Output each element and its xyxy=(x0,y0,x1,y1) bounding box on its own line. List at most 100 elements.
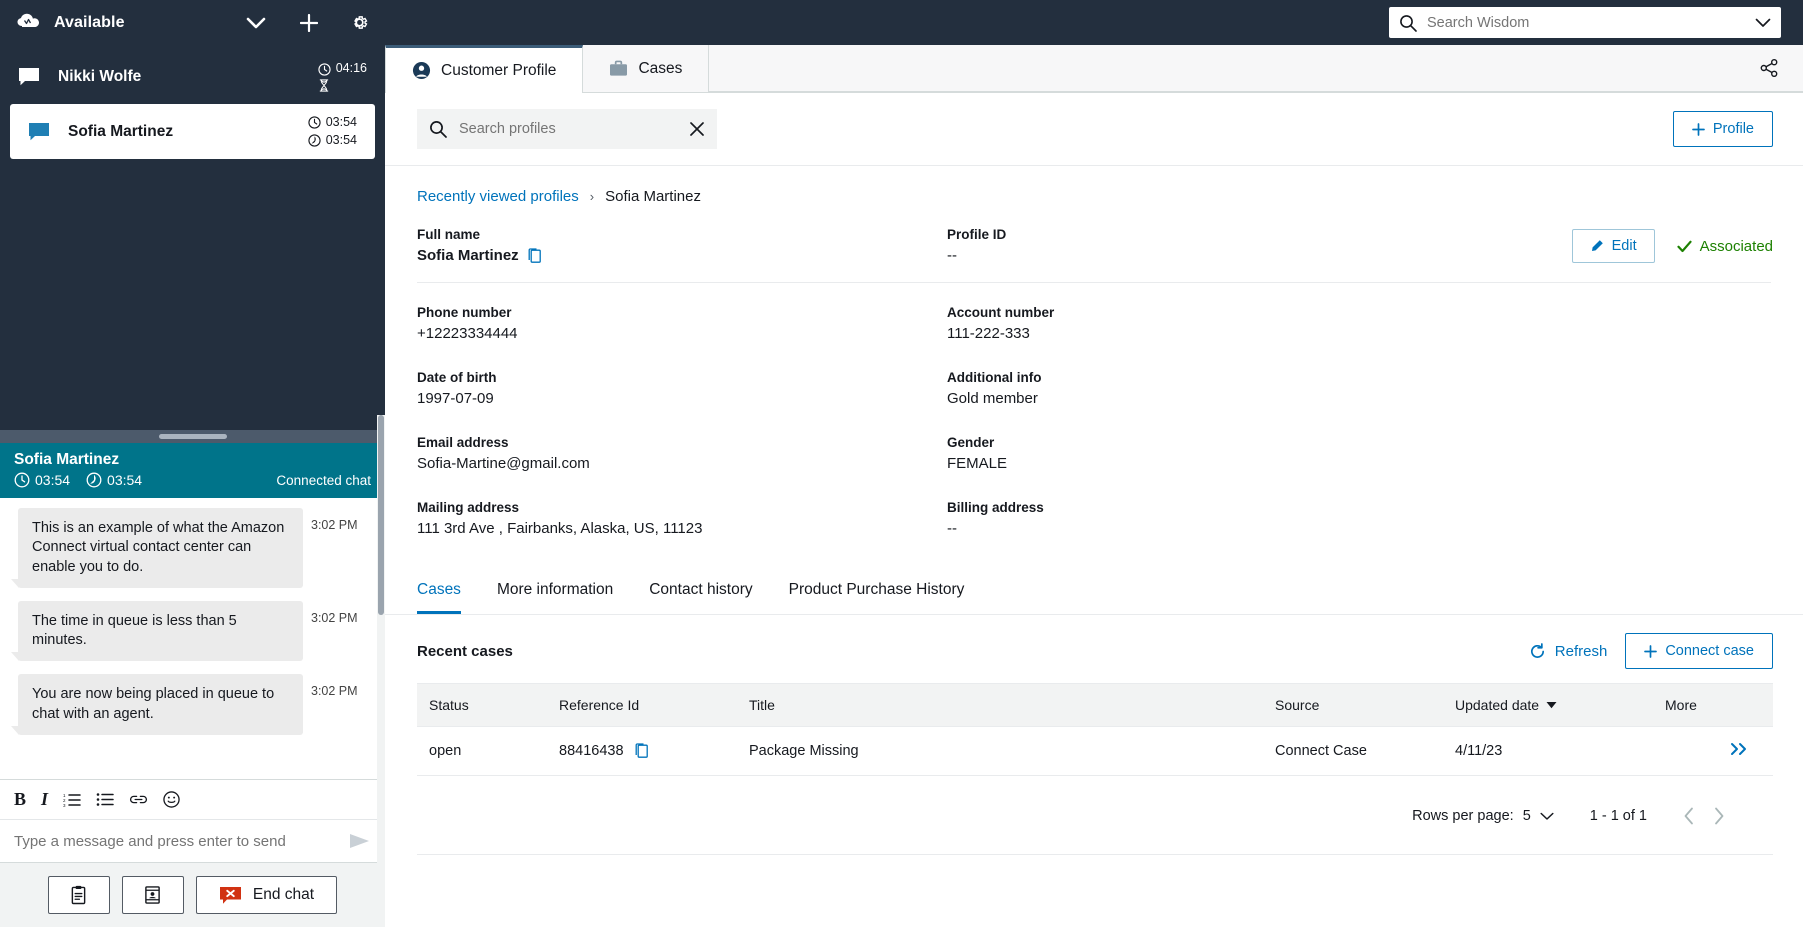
wisdom-search-box[interactable] xyxy=(1389,7,1781,38)
bold-icon[interactable]: B xyxy=(14,789,26,810)
end-chat-button[interactable]: End chat xyxy=(195,876,338,914)
subtab-product-purchase-history[interactable]: Product Purchase History xyxy=(789,571,965,614)
subtab-more-information[interactable]: More information xyxy=(497,571,613,614)
contact-row[interactable]: Nikki Wolfe 04:16 xyxy=(0,49,385,104)
gear-icon[interactable] xyxy=(350,13,369,32)
close-icon[interactable] xyxy=(689,121,705,137)
field-value: Sofia Martinez xyxy=(417,247,519,264)
column-source[interactable]: Source xyxy=(1263,683,1443,727)
conversation-header: Sofia Martinez 03:54 03:54 Connected cha… xyxy=(0,443,385,498)
emoji-icon[interactable] xyxy=(163,791,180,808)
field-label: Phone number xyxy=(417,305,512,320)
chevron-down-icon[interactable] xyxy=(1540,812,1554,821)
ccp-scrollbar[interactable] xyxy=(377,415,385,927)
add-profile-button[interactable]: Profile xyxy=(1672,111,1773,147)
profile-field-row: Phone number +12223334444 Account number… xyxy=(417,305,1771,342)
column-updated-date[interactable]: Updated date xyxy=(1443,683,1653,727)
field-value: -- xyxy=(947,520,957,537)
chevron-left-icon[interactable] xyxy=(1683,807,1695,825)
pagination-range: 1 - 1 of 1 xyxy=(1589,808,1647,824)
column-title[interactable]: Title xyxy=(737,683,1263,727)
conversation-clock-value: 03:54 xyxy=(35,472,71,488)
profile-field-gender: Gender FEMALE xyxy=(947,435,1477,472)
profile-header-actions: Edit Associated xyxy=(1571,229,1773,263)
column-updated-date-sort[interactable]: Updated date xyxy=(1455,697,1557,713)
top-navigation-bar xyxy=(385,0,1803,45)
connect-case-button[interactable]: Connect case xyxy=(1625,633,1773,669)
profile-field-additional-info: Additional info Gold member xyxy=(947,370,1477,407)
breadcrumb-root-link[interactable]: Recently viewed profiles xyxy=(417,188,579,205)
field-value: 111-222-333 xyxy=(947,325,1030,342)
profile-field-account-number: Account number 111-222-333 xyxy=(947,305,1477,342)
check-icon xyxy=(1677,240,1692,253)
tab-cases[interactable]: Cases xyxy=(583,45,710,92)
column-reference-id[interactable]: Reference Id xyxy=(547,683,737,727)
quick-responses-button[interactable] xyxy=(47,876,110,914)
clock-icon xyxy=(14,472,30,488)
chat-transcript[interactable]: This is an example of what the Amazon Co… xyxy=(0,498,385,779)
plus-icon[interactable] xyxy=(300,13,318,32)
column-more: More xyxy=(1653,683,1773,727)
tab-customer-profile[interactable]: Customer Profile xyxy=(385,45,584,93)
refresh-button[interactable]: Refresh xyxy=(1529,642,1607,660)
column-status[interactable]: Status xyxy=(417,683,547,727)
contact-attributes-button[interactable] xyxy=(121,876,184,914)
recent-cases-title: Recent cases xyxy=(417,642,513,660)
agent-workspace: Available Nikki Wolfe 04:16 Sofia Martin… xyxy=(0,0,1803,927)
hourglass-icon xyxy=(318,79,330,92)
rows-per-page[interactable]: Rows per page: 5 xyxy=(1412,808,1554,824)
subtab-contact-history[interactable]: Contact history xyxy=(649,571,752,614)
chat-bubble-icon xyxy=(28,122,50,141)
chevron-down-icon[interactable] xyxy=(246,17,266,29)
chevron-right-icon[interactable] xyxy=(1713,807,1725,825)
conversation-state: Connected chat xyxy=(276,472,371,488)
numbered-list-icon[interactable]: 123 xyxy=(63,792,81,807)
rows-per-page-label: Rows per page: xyxy=(1412,808,1514,824)
refresh-icon xyxy=(1529,642,1546,660)
subtab-cases[interactable]: Cases xyxy=(417,571,461,614)
profile-search-box[interactable] xyxy=(417,109,717,149)
cell-reference-id: 88416438 xyxy=(547,726,737,776)
conversation-customer-name: Sofia Martinez xyxy=(14,451,120,468)
chevron-down-icon[interactable] xyxy=(1755,18,1771,28)
conversation-connected: 03:54 xyxy=(86,472,142,488)
bullet-list-icon[interactable] xyxy=(96,792,114,807)
profile-search-input[interactable] xyxy=(459,121,677,137)
field-label: Gender xyxy=(947,435,995,450)
link-icon[interactable] xyxy=(129,793,148,806)
share-icon[interactable] xyxy=(1759,58,1779,78)
contact-row[interactable]: Sofia Martinez 03:54 03:54 xyxy=(10,104,375,159)
profile-search-zone: Profile xyxy=(385,93,1803,166)
wisdom-search-input[interactable] xyxy=(1427,14,1745,31)
message-bubble: This is an example of what the Amazon Co… xyxy=(11,508,303,588)
table-row[interactable]: open 88416438 Package Missing Connect Ca… xyxy=(417,726,1773,776)
edit-profile-button[interactable]: Edit xyxy=(1571,229,1655,263)
double-chevron-right-icon[interactable] xyxy=(1729,742,1749,756)
message-timestamp: 3:02 PM xyxy=(311,610,358,625)
timer-state-line xyxy=(318,79,330,92)
conversation-timers: 03:54 03:54 xyxy=(14,472,142,488)
copy-icon[interactable] xyxy=(527,247,542,264)
timer-clock-line: 04:16 xyxy=(318,61,367,77)
resize-grip xyxy=(158,434,227,439)
copy-icon[interactable] xyxy=(634,743,649,759)
message-timestamp: 3:02 PM xyxy=(311,684,358,699)
message-input[interactable] xyxy=(14,832,349,850)
cell-title-link[interactable]: Package Missing xyxy=(737,726,1263,776)
profile-field-profile-id: Profile ID -- xyxy=(947,227,1477,264)
recent-cases-header: Recent cases Refresh Connect case xyxy=(385,615,1803,683)
profile-content: Recently viewed profiles › Sofia Martine… xyxy=(385,166,1803,927)
profile-field-billing-address: Billing address -- xyxy=(947,500,1477,537)
cell-status: open xyxy=(417,726,547,776)
message-composer: B I 123 xyxy=(0,779,385,862)
field-value: 1997-07-09 xyxy=(417,390,494,407)
search-icon xyxy=(429,120,447,138)
svg-text:3: 3 xyxy=(63,803,66,807)
italic-icon[interactable]: I xyxy=(41,789,48,810)
panel-resize-handle[interactable] xyxy=(0,430,385,443)
contact-list: Nikki Wolfe 04:16 Sofia Martinez 03:54 0… xyxy=(0,45,385,159)
send-icon[interactable] xyxy=(349,832,371,850)
profile-field-email-address: Email address Sofia-Martine@gmail.com xyxy=(417,435,947,472)
ccp-scrollbar-thumb[interactable] xyxy=(378,415,384,615)
main-content: Customer Profile Cases xyxy=(385,0,1803,927)
